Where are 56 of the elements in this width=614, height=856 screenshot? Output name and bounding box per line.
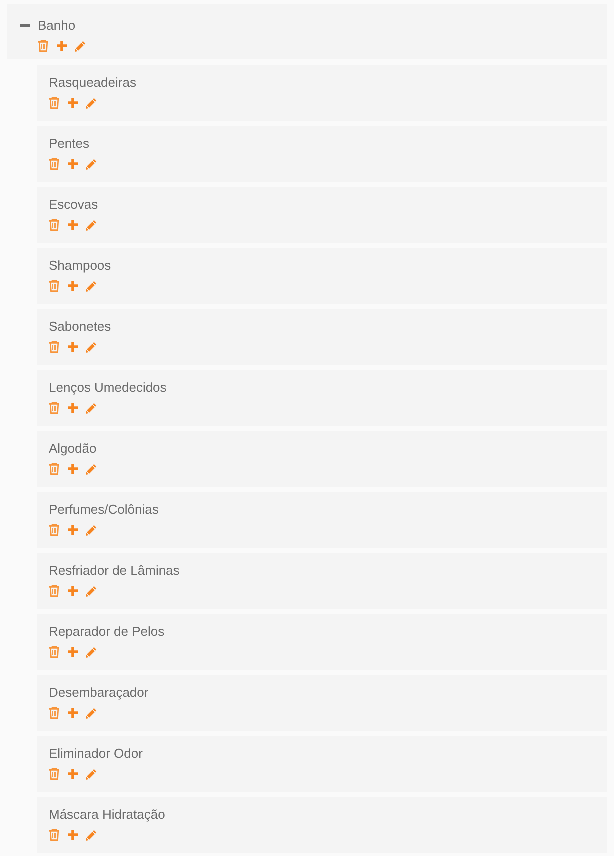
trash-icon[interactable]: [49, 280, 60, 292]
pencil-icon[interactable]: [86, 708, 97, 718]
trash-icon[interactable]: [49, 707, 60, 719]
plus-icon[interactable]: [68, 98, 78, 108]
subcategory-label: Sabonetes: [49, 319, 112, 335]
plus-icon[interactable]: [68, 464, 78, 474]
subcategory-label: Algodão: [49, 441, 97, 457]
trash-icon[interactable]: [49, 829, 60, 841]
pencil-icon[interactable]: [75, 40, 86, 52]
subcategory-label: Máscara Hidratação: [49, 807, 166, 823]
subcategory-label: Shampoos: [49, 258, 112, 274]
pencil-icon[interactable]: [86, 646, 97, 658]
trash-icon[interactable]: [49, 219, 60, 231]
trash-icon[interactable]: [49, 768, 60, 780]
plus-icon[interactable]: [68, 769, 78, 779]
trash-icon[interactable]: [49, 585, 60, 597]
subcategory-label: Rasqueadeiras: [49, 75, 136, 91]
pencil-icon[interactable]: [86, 280, 97, 292]
subcategory-label: Resfriador de Lâminas: [49, 563, 180, 579]
pencil-icon[interactable]: [86, 586, 97, 596]
trash-icon[interactable]: [49, 463, 60, 475]
trash-icon[interactable]: [49, 158, 60, 170]
trash-icon[interactable]: [38, 40, 49, 52]
trash-icon[interactable]: [49, 341, 60, 353]
subcategory-label: Lenços Umedecidos: [49, 380, 167, 396]
plus-icon[interactable]: [68, 403, 78, 413]
category-label: Banho: [38, 18, 76, 34]
subcategory-label: Reparador de Pelos: [49, 624, 165, 640]
subcategory-label: Escovas: [49, 197, 98, 213]
plus-icon[interactable]: [68, 220, 78, 230]
trash-icon[interactable]: [49, 402, 60, 414]
plus-icon[interactable]: [68, 830, 78, 840]
subcategory-label: Pentes: [49, 136, 90, 152]
pencil-icon[interactable]: [86, 768, 97, 780]
plus-icon[interactable]: [68, 525, 78, 535]
pencil-icon[interactable]: [86, 524, 97, 536]
plus-icon[interactable]: [68, 586, 78, 596]
pencil-icon[interactable]: [86, 158, 97, 170]
trash-icon[interactable]: [49, 646, 60, 658]
subcategory-label: Eliminador Odor: [49, 746, 143, 762]
plus-icon[interactable]: [68, 342, 78, 352]
subcategory-label: Perfumes/Colônias: [49, 502, 159, 518]
plus-icon[interactable]: [68, 708, 78, 718]
pencil-icon[interactable]: [86, 464, 97, 474]
pencil-icon[interactable]: [86, 220, 97, 230]
trash-icon[interactable]: [49, 524, 60, 536]
pencil-icon[interactable]: [86, 402, 97, 414]
plus-icon[interactable]: [68, 647, 78, 657]
trash-icon[interactable]: [49, 97, 60, 109]
pencil-icon[interactable]: [86, 98, 97, 108]
plus-icon[interactable]: [68, 281, 78, 291]
subcategory-label: Desembaraçador: [49, 685, 149, 701]
plus-icon[interactable]: [68, 159, 78, 169]
pencil-icon[interactable]: [86, 342, 97, 352]
pencil-icon[interactable]: [86, 830, 97, 840]
plus-icon[interactable]: [57, 41, 67, 51]
